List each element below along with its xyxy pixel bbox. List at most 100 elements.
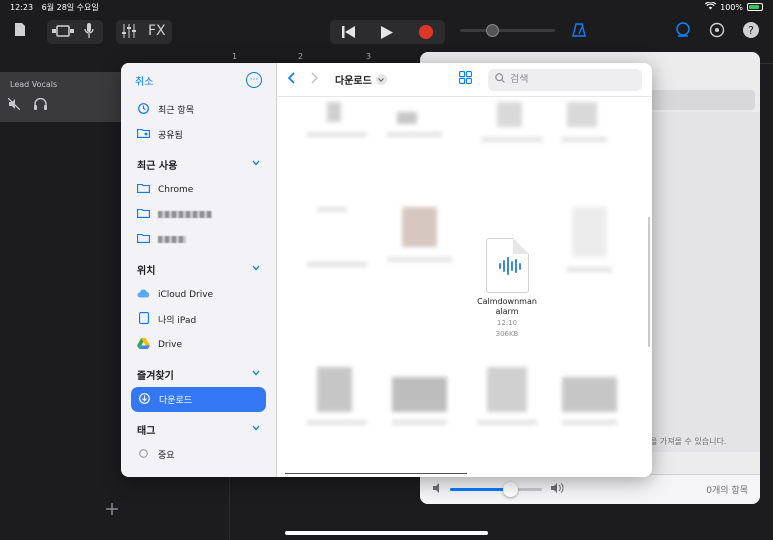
svg-text:?: ?: [748, 24, 754, 37]
chevron-down-icon: [252, 369, 260, 379]
status-date: 6월 28일 수요일: [41, 2, 99, 12]
section-favorites[interactable]: 즐겨찾기: [121, 361, 276, 387]
battery-percent: 100%: [720, 2, 743, 12]
section-recent[interactable]: 최근 사용: [121, 151, 276, 177]
sidebar-item-redacted-folder[interactable]: [121, 202, 276, 227]
file-name[interactable]: Calmdownman alarm: [462, 297, 552, 317]
blurred-file-thumbnails-row-1[interactable]: [297, 97, 627, 157]
scrollbar[interactable]: [648, 217, 650, 347]
sidebar-item-redacted-folder[interactable]: [121, 227, 276, 252]
ruler-mark: 1: [232, 52, 238, 61]
track-view-icon[interactable]: [52, 24, 74, 38]
google-drive-icon: [137, 337, 150, 352]
battery-icon: [747, 3, 763, 11]
loop-browser-icon[interactable]: [675, 22, 691, 38]
speaker-high-icon: [550, 483, 564, 496]
garageband-screen: 12:23 6월 28일 수요일 100% FX ? 1 2 3 Lead Vo…: [0, 0, 773, 540]
document-icon[interactable]: [14, 22, 26, 37]
grid-view-icon[interactable]: [459, 71, 472, 88]
metronome-icon[interactable]: [572, 23, 586, 37]
ruler-mark: 3: [366, 52, 372, 61]
more-options-button[interactable]: ···: [246, 72, 262, 88]
home-indicator[interactable]: [285, 531, 488, 535]
sidebar-item-label: Chrome: [158, 184, 194, 195]
blurred-file-thumbnails-row-2[interactable]: [297, 202, 627, 292]
section-tags[interactable]: 태그: [121, 416, 276, 442]
folder-icon: [137, 233, 150, 246]
settings-icon[interactable]: [709, 22, 725, 38]
picker-sidebar: 취소 ··· 최근 항목 공유됨 최근 사용 Chrome 위치 iCloud …: [121, 63, 277, 477]
sidebar-item-icloud-drive[interactable]: iCloud Drive: [121, 282, 276, 307]
section-locations[interactable]: 위치: [121, 256, 276, 282]
speaker-low-icon: [432, 483, 442, 496]
shared-folder-icon: [137, 128, 150, 141]
mixer-icon[interactable]: [121, 24, 137, 38]
sidebar-item-label: 최근 항목: [158, 106, 194, 116]
loop-browser-list: [650, 112, 760, 452]
divider-line: [285, 473, 467, 474]
sidebar-item-label: 나의 iPad: [158, 316, 197, 326]
loop-browser-footer: 0개의 항목: [420, 474, 760, 504]
folder-title-menu[interactable]: 다운로드: [335, 72, 387, 87]
sidebar-item-downloads[interactable]: 다운로드: [131, 387, 266, 412]
cancel-button[interactable]: 취소: [135, 73, 153, 88]
clock-icon: [137, 102, 150, 117]
wifi-icon: [705, 1, 717, 12]
transport-controls: [330, 20, 445, 44]
headphones-icon[interactable]: [34, 97, 47, 113]
microphone-icon[interactable]: [84, 23, 94, 39]
sidebar-item-shared[interactable]: 공유됨: [121, 122, 276, 147]
sidebar-item-tag-important[interactable]: 중요: [121, 442, 276, 467]
preview-volume-slider[interactable]: [450, 482, 542, 497]
ipad-icon: [137, 312, 150, 327]
back-arrow-icon[interactable]: [287, 71, 295, 88]
search-input[interactable]: [510, 74, 630, 85]
status-time: 12:23: [10, 2, 34, 12]
loop-browser-message: 을 가져올 수 있습니다.: [650, 437, 727, 446]
master-volume-knob[interactable]: [486, 24, 499, 37]
search-field[interactable]: [488, 68, 642, 91]
help-icon[interactable]: ?: [743, 22, 759, 38]
redacted-label: [158, 211, 212, 218]
folder-icon: [137, 183, 150, 196]
status-bar: 12:23 6월 28일 수요일 100%: [0, 0, 773, 14]
sidebar-item-my-ipad[interactable]: 나의 iPad: [121, 307, 276, 332]
ruler-mark: 2: [298, 52, 304, 61]
fx-button[interactable]: FX: [148, 23, 166, 39]
master-volume-track[interactable]: [460, 29, 555, 32]
forward-arrow-icon[interactable]: [311, 71, 319, 88]
sidebar-item-label: 다운로드: [159, 396, 193, 406]
sidebar-item-label: Drive: [158, 339, 182, 350]
record-icon: [418, 25, 433, 39]
loop-browser-search[interactable]: [650, 90, 755, 110]
blurred-file-thumbnails-row-3[interactable]: [297, 362, 627, 477]
add-track-button[interactable]: [106, 499, 118, 520]
sidebar-item-chrome[interactable]: Chrome: [121, 177, 276, 202]
file-name-line: alarm: [495, 307, 519, 316]
chevron-down-icon: [252, 424, 260, 434]
mute-icon[interactable]: [7, 97, 21, 113]
sidebar-item-label: 공유됨: [158, 131, 183, 141]
sidebar-item-recents[interactable]: 최근 항목: [121, 97, 276, 122]
track-name: Lead Vocals: [10, 80, 58, 89]
file-grid: Calmdownman alarm 12:10 306KB: [277, 97, 652, 477]
sidebar-item-label: 중요: [158, 451, 175, 461]
file-name-line: Calmdownman: [477, 297, 537, 306]
record-button[interactable]: [407, 20, 445, 44]
sidebar-item-drive[interactable]: Drive: [121, 332, 276, 357]
folder-icon: [137, 208, 150, 221]
redacted-label: [158, 236, 186, 243]
section-title: 최근 사용: [137, 160, 178, 172]
file-modified-time: 12:10: [496, 319, 518, 327]
audio-file-icon[interactable]: [486, 238, 529, 293]
preview-volume-knob[interactable]: [502, 482, 518, 497]
play-button[interactable]: [368, 20, 406, 44]
icloud-icon: [137, 288, 150, 301]
chevron-down-icon: [252, 264, 260, 274]
rewind-button[interactable]: [330, 20, 368, 44]
download-icon: [138, 392, 151, 407]
picker-navbar: 다운로드: [277, 63, 652, 97]
chevron-down-icon: [252, 159, 260, 169]
folder-title: 다운로드: [335, 76, 372, 87]
chevron-down-icon: [375, 74, 387, 85]
